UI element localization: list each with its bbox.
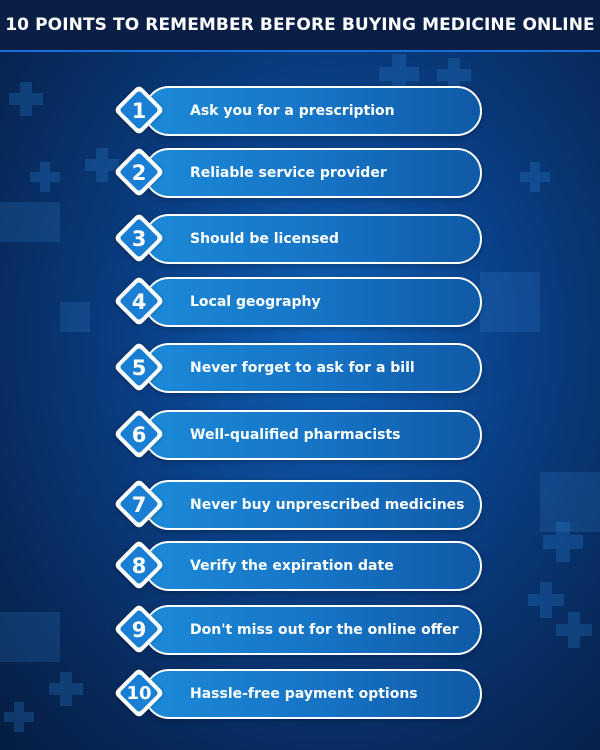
point-number: 8 xyxy=(131,554,147,578)
point-text: Never forget to ask for a bill xyxy=(190,360,415,376)
point-number: 6 xyxy=(131,423,147,447)
point-text: Should be licensed xyxy=(190,231,339,247)
point-number: 9 xyxy=(131,618,147,642)
point-number: 1 xyxy=(131,99,147,123)
medical-cross-icon xyxy=(49,672,83,706)
infographic: 10 POINTS TO REMEMBER BEFORE BUYING MEDI… xyxy=(0,0,600,750)
medical-cross-icon xyxy=(85,148,119,182)
point-text: Reliable service provider xyxy=(190,165,387,181)
point-number: 5 xyxy=(131,356,147,380)
medical-cross-icon xyxy=(528,582,564,618)
list-item: Don't miss out for the online offer 9 xyxy=(113,603,482,655)
point-number: 7 xyxy=(131,493,147,517)
list-item: Reliable service provider 2 xyxy=(113,146,482,198)
list-item: Well-qualified pharmacists 6 xyxy=(113,408,482,460)
point-text: Verify the expiration date xyxy=(190,558,394,574)
point-number: 2 xyxy=(131,161,147,185)
medical-cross-icon xyxy=(9,82,43,116)
page-title: 10 POINTS TO REMEMBER BEFORE BUYING MEDI… xyxy=(0,0,600,52)
list-item: Never forget to ask for a bill 5 xyxy=(113,341,482,393)
point-text: Don't miss out for the online offer xyxy=(190,622,459,638)
point-number: 10 xyxy=(126,683,152,704)
point-number: 4 xyxy=(131,290,147,314)
point-text: Well-qualified pharmacists xyxy=(190,427,401,443)
list-item: Local geography 4 xyxy=(113,275,482,327)
medical-cross-icon xyxy=(543,522,583,562)
list-item: Ask you for a prescription 1 xyxy=(113,84,482,136)
point-number: 3 xyxy=(131,227,147,251)
medical-cross-icon xyxy=(4,702,34,732)
point-text: Never buy unprescribed medicines xyxy=(190,497,465,513)
list-item: Hassle-free payment options 10 xyxy=(113,667,482,719)
list-item: Never buy unprescribed medicines 7 xyxy=(113,478,482,530)
list-item: Should be licensed 3 xyxy=(113,212,482,264)
medical-cross-icon xyxy=(30,162,60,192)
point-text: Local geography xyxy=(190,294,321,310)
medical-cross-icon xyxy=(520,162,550,192)
point-text: Hassle-free payment options xyxy=(190,686,418,702)
point-text: Ask you for a prescription xyxy=(190,103,395,119)
list-item: Verify the expiration date 8 xyxy=(113,539,482,591)
medical-cross-icon xyxy=(556,612,592,648)
